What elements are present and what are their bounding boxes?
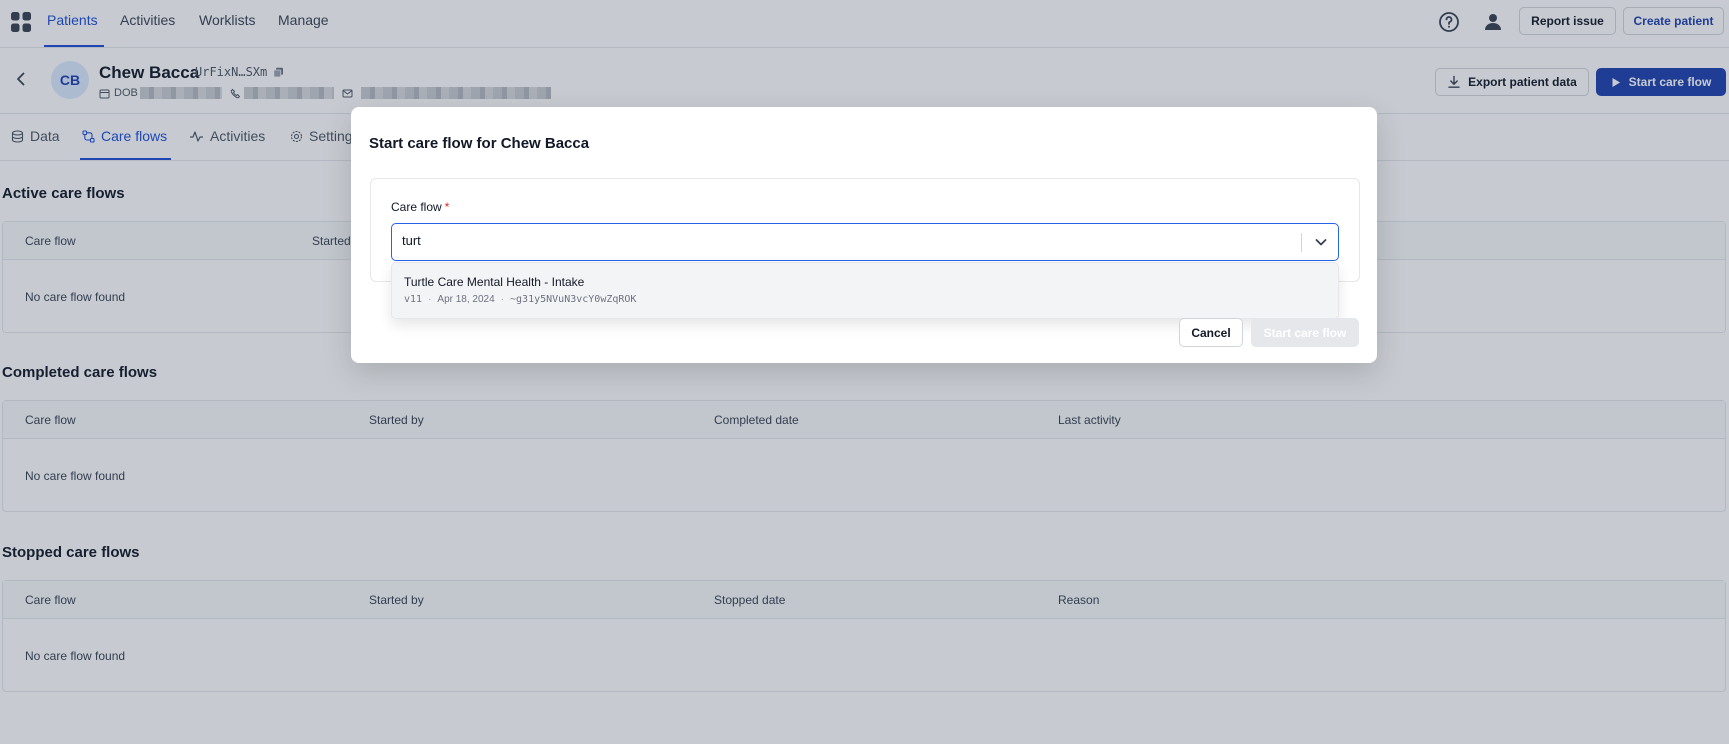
option-id: ~g31y5NVuN3vcY0wZqROK — [510, 294, 637, 305]
option-date: Apr 18, 2024 — [437, 294, 495, 305]
care-flow-dropdown: Turtle Care Mental Health - Intake v11 ·… — [391, 262, 1339, 319]
cancel-button[interactable]: Cancel — [1179, 318, 1243, 347]
dialog-title: Start care flow for Chew Bacca — [369, 135, 590, 152]
option-version: v11 — [404, 294, 423, 305]
care-flow-label-text: Care flow — [391, 200, 442, 214]
care-flow-search-input[interactable] — [402, 233, 1202, 248]
option-title: Turtle Care Mental Health - Intake — [404, 275, 585, 289]
separator-dot: · — [500, 294, 505, 305]
care-flow-label: Care flow * — [391, 200, 449, 214]
separator-dot: · — [428, 294, 432, 305]
required-marker: * — [444, 200, 450, 214]
chevron-down-icon[interactable] — [1313, 234, 1329, 250]
care-flow-select[interactable] — [391, 223, 1339, 261]
start-care-flow-dialog: Start care flow for Chew Bacca Care flow… — [351, 107, 1377, 363]
select-divider — [1301, 233, 1302, 252]
option-meta: v11 · Apr 18, 2024 · ~g31y5NVuN3vcY0wZqR… — [404, 294, 636, 305]
care-flow-option[interactable]: Turtle Care Mental Health - Intake v11 ·… — [392, 263, 1338, 318]
start-care-flow-button[interactable]: Start care flow — [1251, 318, 1359, 347]
